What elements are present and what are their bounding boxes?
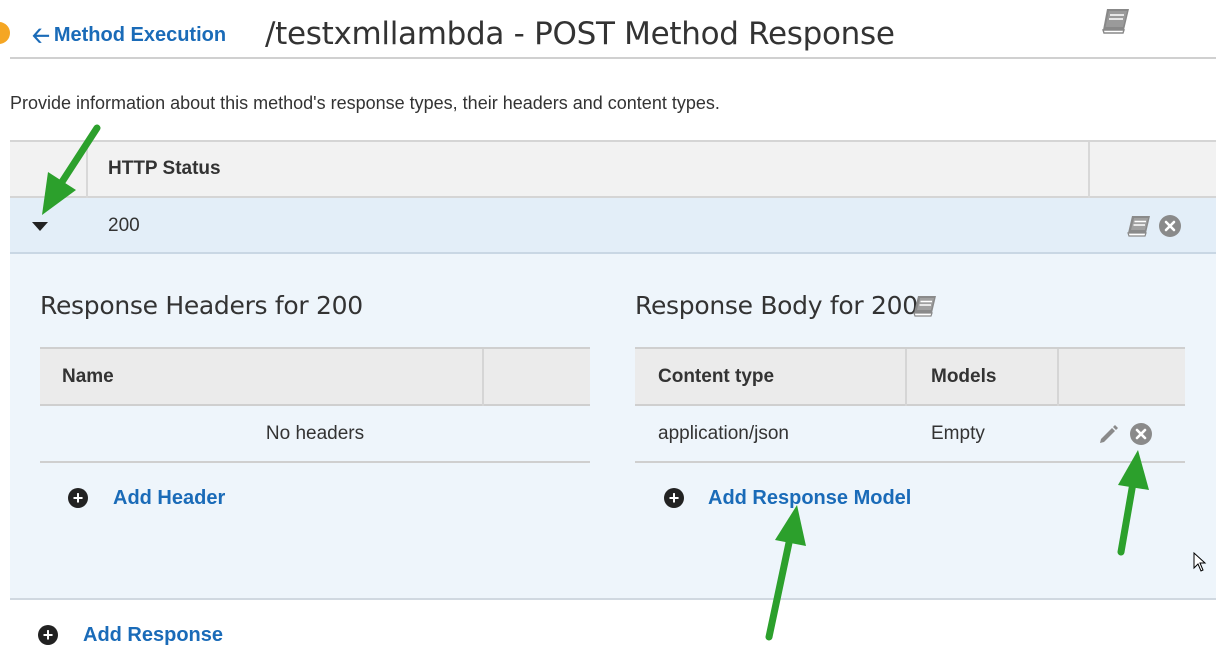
status-row-200[interactable] — [10, 198, 1216, 254]
mouse-cursor-icon — [1193, 551, 1207, 577]
content-type-cell: application/json — [658, 423, 789, 444]
remove-icon[interactable] — [1129, 422, 1153, 451]
pencil-icon[interactable] — [1097, 422, 1121, 451]
headers-table-header — [40, 347, 590, 406]
plus-circle-icon[interactable]: + — [664, 488, 684, 508]
remove-icon[interactable] — [1158, 214, 1182, 243]
table-divider — [40, 461, 590, 463]
response-headers-title: Response Headers for 200 — [40, 291, 363, 320]
caret-down-icon[interactable] — [32, 222, 48, 231]
back-link-label: Method Execution — [53, 24, 227, 46]
content-type-column-header: Content type — [658, 366, 775, 387]
book-icon[interactable] — [912, 294, 938, 323]
http-status-column-header: HTTP Status — [108, 158, 221, 179]
plus-circle-icon[interactable]: + — [38, 625, 58, 645]
page-title: /testxmllambda - POST Method Response — [265, 16, 895, 52]
name-column-header: Name — [62, 366, 114, 387]
response-body-title: Response Body for 200 — [635, 291, 918, 320]
model-cell: Empty — [931, 423, 985, 444]
column-divider — [1057, 349, 1059, 406]
header-divider — [10, 57, 1216, 59]
column-divider — [482, 349, 484, 406]
back-to-method-execution-link[interactable]: 🡠 Method Execution — [32, 24, 226, 47]
column-divider — [1088, 142, 1090, 198]
models-column-header: Models — [931, 366, 997, 387]
arrow-left-icon: 🡠 — [32, 22, 50, 48]
add-response-link[interactable]: Add Response — [83, 624, 223, 647]
plus-circle-icon[interactable]: + — [68, 488, 88, 508]
status-code: 200 — [108, 215, 140, 236]
no-headers-text: No headers — [265, 423, 365, 444]
table-divider — [635, 461, 1185, 463]
book-icon[interactable] — [1126, 214, 1152, 243]
status-indicator-dot — [0, 22, 10, 44]
add-response-model-link[interactable]: Add Response Model — [708, 487, 911, 510]
page-description: Provide information about this method's … — [10, 93, 720, 113]
column-divider — [86, 142, 88, 198]
book-icon[interactable] — [1100, 6, 1132, 39]
column-divider — [905, 349, 907, 406]
add-header-link[interactable]: Add Header — [113, 487, 225, 510]
